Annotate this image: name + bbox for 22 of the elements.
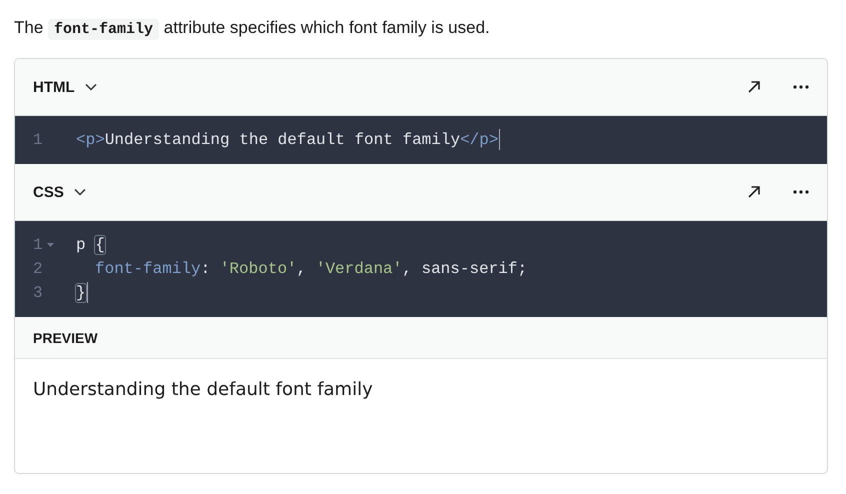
line-number: 1 bbox=[33, 235, 43, 256]
code-editor[interactable]: 1 <p>Understanding the default font family</p> bbox=[15, 116, 827, 164]
chevron-down-icon bbox=[84, 83, 97, 91]
open-external-icon[interactable] bbox=[747, 185, 761, 199]
code-line: } bbox=[76, 281, 88, 305]
line-number: 2 bbox=[33, 259, 43, 280]
code-line: <p>Understanding the default font family</p> bbox=[76, 128, 500, 152]
chevron-down-icon bbox=[74, 188, 86, 196]
open-external-icon[interactable] bbox=[747, 80, 761, 94]
intro-text: The font-family attribute specifies which font family is used. bbox=[14, 17, 491, 42]
preview-text: Understanding the default font family bbox=[33, 379, 373, 400]
language-dropdown[interactable]: CSS bbox=[33, 184, 86, 200]
code-line: font-family: 'Roboto', 'Verdana', sans-serif; bbox=[94, 259, 528, 280]
more-icon[interactable] bbox=[793, 190, 809, 194]
language-dropdown[interactable]: HTML bbox=[33, 78, 97, 96]
fold-caret-icon[interactable] bbox=[46, 242, 54, 248]
code-line: p { bbox=[76, 235, 105, 256]
preview-label: PREVIEW bbox=[33, 330, 98, 346]
more-icon[interactable] bbox=[793, 85, 809, 89]
line-number: 1 bbox=[33, 130, 43, 151]
line-number: 3 bbox=[33, 283, 43, 304]
code-editor[interactable]: 1 p { 2 font-family: 'Roboto', 'Verdana', sans-serif; 3 } bbox=[15, 221, 827, 317]
